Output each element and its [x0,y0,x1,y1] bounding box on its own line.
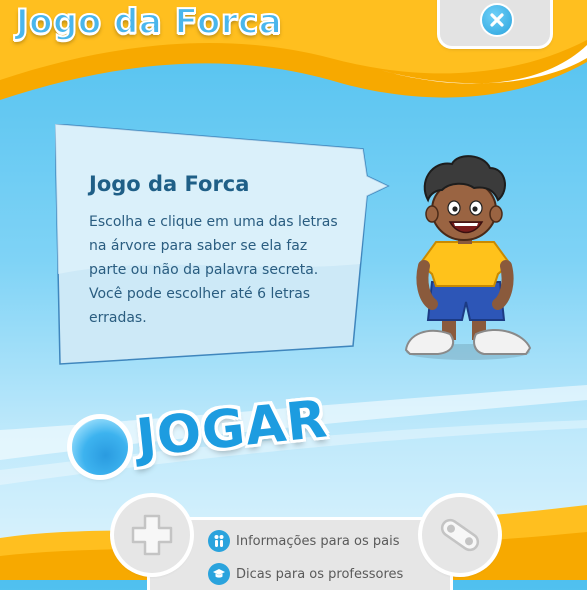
info-title: Jogo da Forca [89,172,250,196]
gamepad-button[interactable] [114,497,190,573]
controller-button[interactable] [422,497,498,573]
gamepad-icon [131,514,173,556]
boy-character [404,155,532,360]
teachers-tips-link[interactable]: Dicas para os professores [208,563,403,585]
play-orb-icon [72,419,128,475]
controller-icon [440,518,480,552]
play-button[interactable]: JOGAR [66,389,336,490]
info-text: Escolha e clique em uma das letras na ár… [89,214,338,326]
graduation-cap-icon [208,563,230,585]
close-button[interactable] [480,3,514,37]
teachers-tips-label: Dicas para os professores [236,566,404,582]
game-title: Jogo da Forca [15,1,283,43]
play-label: JOGAR [133,389,331,469]
parents-info-label: Informações para os pais [236,533,400,549]
parents-info-link[interactable]: Informações para os pais [208,530,399,552]
close-x-icon [490,13,504,27]
parents-icon [208,530,230,552]
